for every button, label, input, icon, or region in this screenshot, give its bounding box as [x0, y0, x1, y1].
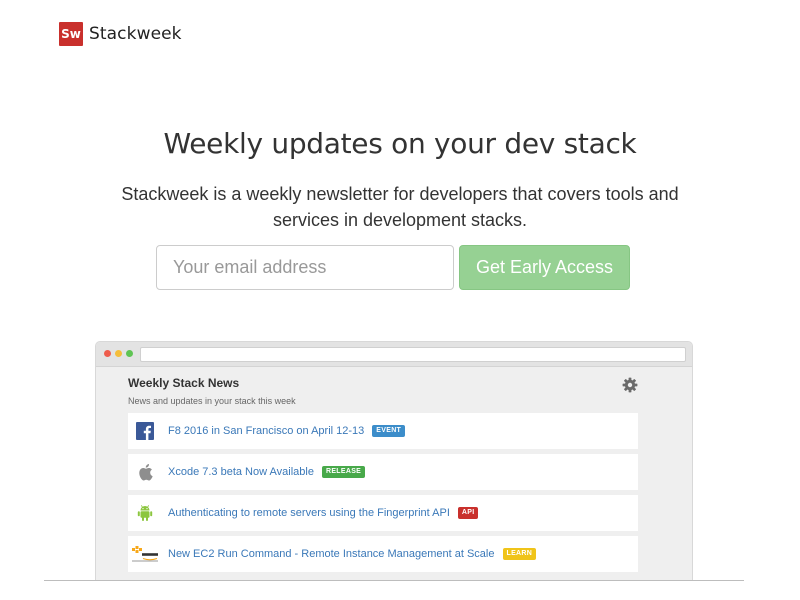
browser-chrome: [96, 342, 692, 367]
panel-subtitle: News and updates in your stack this week: [128, 396, 296, 406]
apple-icon: [128, 454, 162, 490]
news-item[interactable]: Xcode 7.3 beta Now Available RELEASE: [128, 454, 638, 490]
news-item-link[interactable]: New EC2 Run Command - Remote Instance Ma…: [168, 548, 495, 560]
facebook-icon: [128, 413, 162, 449]
newsletter-preview-window: Weekly Stack News News and updates in yo…: [95, 341, 693, 581]
learn-badge: LEARN: [502, 548, 537, 560]
address-bar: [140, 347, 686, 362]
maximize-dot-icon: [126, 350, 133, 357]
close-dot-icon: [104, 350, 111, 357]
news-item[interactable]: New EC2 Run Command - Remote Instance Ma…: [128, 536, 638, 572]
logo-mark[interactable]: Sw: [59, 22, 83, 46]
email-input[interactable]: [156, 245, 454, 290]
release-badge: RELEASE: [321, 466, 366, 478]
brand-name[interactable]: Stackweek: [89, 24, 182, 44]
android-icon: [128, 495, 162, 531]
news-list: F8 2016 in San Francisco on April 12-13 …: [128, 413, 638, 577]
news-item[interactable]: F8 2016 in San Francisco on April 12-13 …: [128, 413, 638, 449]
hero-title: Weekly updates on your dev stack: [163, 127, 637, 160]
event-badge: EVENT: [372, 425, 406, 437]
amazon-web-services-icon: [128, 536, 162, 572]
news-item-link[interactable]: Xcode 7.3 beta Now Available: [168, 466, 314, 478]
site-header: Sw Stackweek: [59, 22, 182, 46]
news-item[interactable]: Authenticating to remote servers using t…: [128, 495, 638, 531]
panel-title: Weekly Stack News: [128, 376, 240, 390]
get-early-access-button[interactable]: Get Early Access: [459, 245, 630, 290]
signup-form: Get Early Access: [156, 245, 630, 290]
news-item-link[interactable]: Authenticating to remote servers using t…: [168, 507, 450, 519]
gear-icon: [622, 377, 638, 393]
hero-subtitle: Stackweek is a weekly newsletter for dev…: [121, 184, 679, 230]
footer-divider: [44, 580, 744, 581]
api-badge: API: [457, 507, 479, 519]
minimize-dot-icon: [115, 350, 122, 357]
news-item-link[interactable]: F8 2016 in San Francisco on April 12-13: [168, 425, 364, 437]
